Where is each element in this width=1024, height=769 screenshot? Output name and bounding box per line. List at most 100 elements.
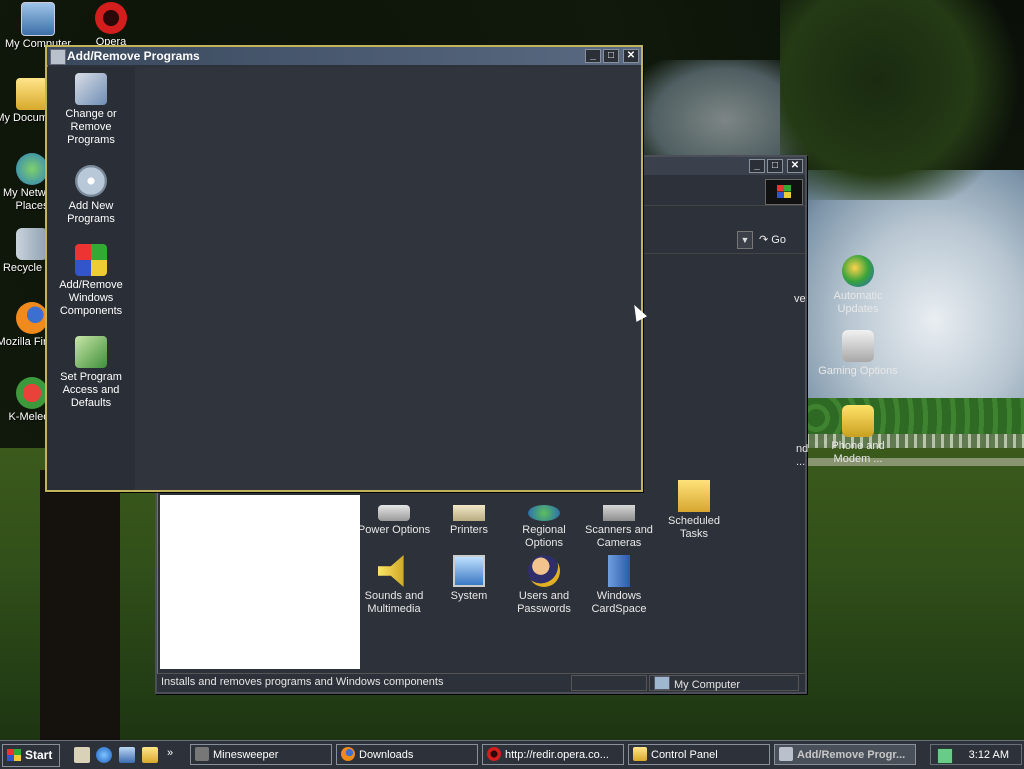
cp-item-automatic-updates[interactable]: Automatic Updates: [818, 255, 898, 316]
clock[interactable]: 3:12 AM: [969, 745, 1009, 766]
add-new-programs-icon: [75, 165, 107, 197]
cp-item-label: Users and Passwords: [517, 590, 571, 615]
firefox-icon: [16, 302, 48, 334]
task-add-remove-programs[interactable]: Add/Remove Progr...: [774, 744, 916, 765]
window-title: Add/Remove Programs: [67, 49, 200, 63]
start-label: Start: [25, 748, 53, 762]
change-remove-programs-icon: [75, 73, 107, 105]
tree-trunk: [40, 470, 120, 740]
cp-item-gaming-options[interactable]: Gaming Options: [818, 330, 898, 378]
maximize-button[interactable]: □: [767, 159, 783, 173]
users-passwords-icon: [528, 555, 560, 587]
automatic-updates-icon: [842, 255, 874, 287]
internet-explorer-icon[interactable]: [96, 747, 112, 763]
task-label: Downloads: [359, 749, 414, 761]
k-meleon-icon: [16, 377, 48, 409]
task-label: Control Panel: [651, 749, 718, 761]
task-downloads[interactable]: Downloads: [336, 744, 478, 765]
sidebar-item-add-new[interactable]: Add New Programs: [51, 165, 131, 226]
sidebar-item-change-remove[interactable]: Change or Remove Programs: [51, 73, 131, 147]
task-minesweeper[interactable]: Minesweeper: [190, 744, 332, 765]
show-desktop-icon[interactable]: [74, 747, 90, 763]
close-button[interactable]: ✕: [787, 159, 803, 173]
cp-item-label: Scanners and Cameras: [585, 524, 653, 549]
add-remove-content: [135, 67, 641, 490]
cp-item-label: Sounds and Multimedia: [364, 590, 424, 615]
sidebar-item-label: Set Program Access and Defaults: [60, 371, 122, 409]
cp-item-power-options[interactable]: Power Options: [354, 489, 434, 537]
covered-icon-label: ...: [796, 456, 806, 468]
my-documents-icon: [16, 78, 48, 110]
regional-options-icon: [528, 505, 560, 521]
sidebar-item-windows-components[interactable]: Add/Remove Windows Components: [51, 244, 131, 318]
my-computer-icon: [654, 676, 670, 690]
windows-logo-icon: [765, 179, 803, 205]
status-location: My Computer: [654, 676, 740, 691]
minimize-button[interactable]: _: [749, 159, 765, 173]
power-options-icon: [378, 505, 410, 521]
desktop-icon-opera[interactable]: Opera: [72, 2, 150, 49]
close-button[interactable]: ✕: [623, 49, 639, 63]
gaming-options-icon: [842, 330, 874, 362]
cp-item-label: Printers: [450, 524, 488, 536]
folder-icon: [633, 747, 647, 761]
go-button[interactable]: ↷ Go: [759, 231, 799, 249]
cp-item-label: Gaming Options: [818, 365, 898, 377]
status-panel: [571, 675, 647, 691]
outlook-express-icon[interactable]: [119, 747, 135, 763]
cp-item-label: Phone and Modem ...: [831, 440, 885, 465]
opera-icon: [487, 747, 501, 761]
recycle-bin-icon: [16, 228, 48, 260]
explorer-icon[interactable]: [142, 747, 158, 763]
covered-icon-label: ve: [794, 293, 806, 305]
my-computer-icon: [21, 2, 55, 36]
add-remove-icon: [779, 747, 793, 761]
sidebar-item-program-access[interactable]: Set Program Access and Defaults: [51, 336, 131, 410]
minimize-button[interactable]: _: [585, 49, 601, 63]
cp-item-printers[interactable]: Printers: [429, 489, 509, 537]
sidebar-item-label: Add/Remove Windows Components: [59, 279, 123, 317]
printers-icon: [453, 505, 485, 521]
scanners-cameras-icon: [603, 505, 635, 521]
start-button[interactable]: Start: [2, 744, 60, 767]
cp-item-regional-options[interactable]: Regional Options: [504, 489, 584, 550]
cp-item-system[interactable]: System: [429, 555, 509, 603]
program-access-icon: [75, 336, 107, 368]
cp-item-scanners-cameras[interactable]: Scanners and Cameras: [579, 489, 659, 550]
tray-app-icon[interactable]: [937, 748, 953, 764]
cp-item-label: Regional Options: [522, 524, 566, 549]
task-label: http://redir.opera.co...: [505, 749, 609, 761]
status-bar: Installs and removes programs and Window…: [157, 673, 805, 692]
desktop-icon-my-computer[interactable]: My Computer: [0, 2, 76, 51]
system-tray: 3:12 AM: [930, 744, 1022, 765]
windows-logo-icon: [7, 749, 21, 761]
cp-item-sounds-multimedia[interactable]: Sounds and Multimedia: [354, 555, 434, 616]
status-location-label: My Computer: [674, 679, 741, 691]
cp-item-windows-cardspace[interactable]: Windows CardSpace: [579, 555, 659, 616]
scheduled-tasks-icon: [678, 480, 710, 512]
add-remove-sidebar: Change or Remove Programs Add New Progra…: [47, 67, 135, 490]
system-icon: [453, 555, 485, 587]
covered-icon-label: nd: [796, 443, 809, 455]
cp-item-label: Automatic Updates: [833, 290, 883, 315]
cp-item-label: Scheduled Tasks: [668, 515, 720, 540]
add-remove-titlebar[interactable]: Add/Remove Programs _ □ ✕: [47, 47, 641, 65]
cp-item-users-passwords[interactable]: Users and Passwords: [504, 555, 584, 616]
status-text: Installs and removes programs and Window…: [161, 676, 444, 688]
minesweeper-icon: [195, 747, 209, 761]
address-dropdown-button[interactable]: ▼: [737, 231, 753, 249]
opera-icon: [95, 2, 127, 34]
windows-components-icon: [75, 244, 107, 276]
task-control-panel[interactable]: Control Panel: [628, 744, 770, 765]
task-label: Minesweeper: [213, 749, 279, 761]
task-opera[interactable]: http://redir.opera.co...: [482, 744, 624, 765]
sidebar-item-label: Change or Remove Programs: [65, 108, 117, 146]
cp-item-label: System: [450, 590, 488, 602]
cp-item-scheduled-tasks[interactable]: Scheduled Tasks: [654, 480, 734, 541]
network-places-icon: [16, 153, 48, 185]
cp-item-label: Power Options: [357, 524, 431, 536]
cp-item-phone-modem[interactable]: Phone and Modem ...: [818, 405, 898, 466]
maximize-button[interactable]: □: [603, 49, 619, 63]
add-remove-programs-window: Add/Remove Programs _ □ ✕ Change or Remo…: [45, 45, 643, 492]
quicklaunch-more-icon[interactable]: »: [167, 747, 173, 759]
